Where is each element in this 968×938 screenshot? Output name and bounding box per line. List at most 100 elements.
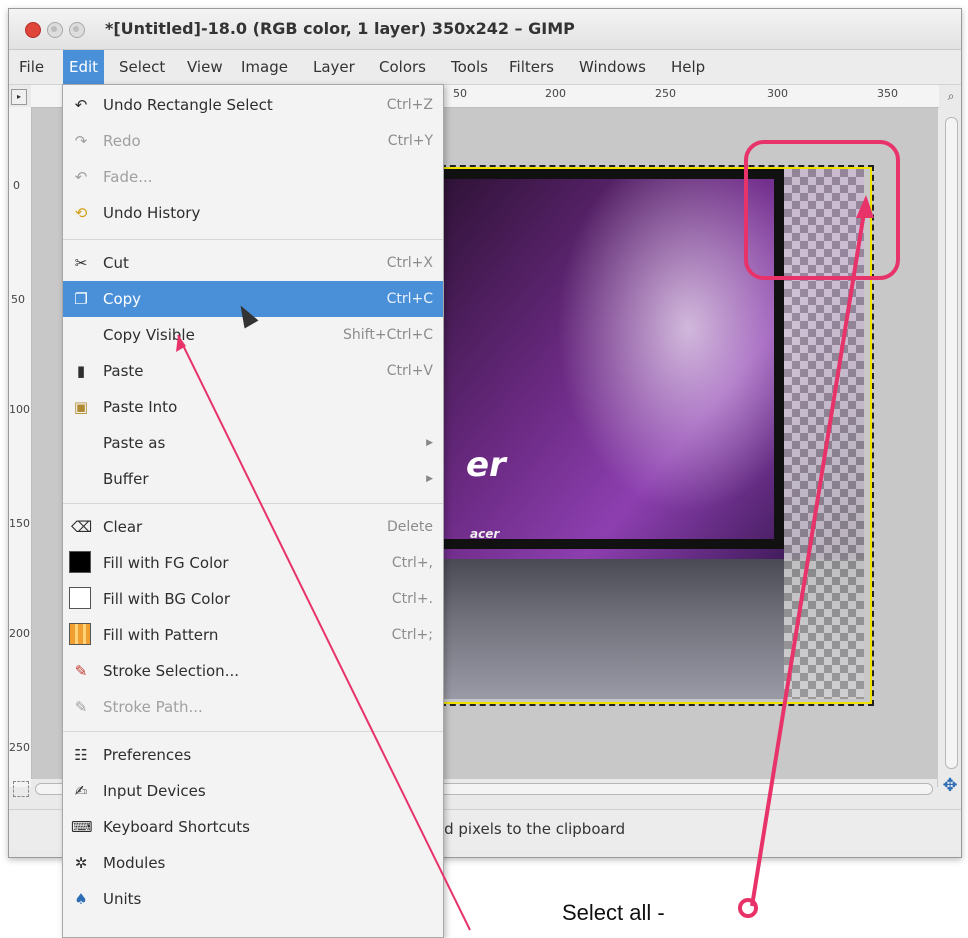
- ruler-label: 50: [11, 293, 25, 306]
- menu-item-keyboard-shortcuts[interactable]: ⌨ Keyboard Shortcuts: [63, 809, 443, 845]
- menu-item-label: Buffer: [103, 470, 149, 488]
- navigate-icon[interactable]: ✥: [941, 777, 959, 795]
- acer-logo-text: er: [466, 445, 506, 485]
- annotation-highlight-box: [744, 140, 900, 280]
- menu-separator: [63, 503, 443, 504]
- menu-item-label: Fill with Pattern: [103, 626, 219, 644]
- menu-item-shortcut: Ctrl+Y: [387, 133, 433, 149]
- quick-mask-icon[interactable]: [13, 781, 29, 797]
- menu-select[interactable]: Select: [113, 50, 171, 84]
- vertical-scroll-thumb[interactable]: [945, 117, 958, 769]
- menu-item-shortcut: Ctrl+.: [391, 591, 433, 607]
- preferences-icon: ☷: [74, 746, 88, 764]
- menu-item-modules[interactable]: ✲ Modules: [63, 845, 443, 881]
- menu-tools[interactable]: Tools: [445, 50, 494, 84]
- menu-item-undo[interactable]: ↶ Undo Rectangle Select Ctrl+Z: [63, 87, 443, 123]
- menu-item-preferences[interactable]: ☷ Preferences: [63, 737, 443, 773]
- menu-windows[interactable]: Windows: [573, 50, 652, 84]
- annotation-circle: [738, 898, 758, 918]
- window-title: *[Untitled]-18.0 (RGB color, 1 layer) 35…: [105, 19, 575, 38]
- menu-item-label: Fill with FG Color: [103, 554, 229, 572]
- menu-item-shortcut: Ctrl+V: [386, 363, 433, 379]
- menu-layer[interactable]: Layer: [307, 50, 361, 84]
- menu-item-label: Stroke Selection...: [103, 662, 239, 680]
- menu-colors[interactable]: Colors: [373, 50, 432, 84]
- menu-item-cut[interactable]: ✂ Cut Ctrl+X: [63, 245, 443, 281]
- paste-into-icon: ▣: [73, 398, 89, 416]
- menu-item-label: Preferences: [103, 746, 192, 764]
- annotation-text: Select all -: [562, 900, 665, 925]
- minimize-window-button[interactable]: [47, 22, 63, 38]
- menu-view[interactable]: View: [181, 50, 229, 84]
- submenu-arrow-icon: ▶: [426, 438, 433, 448]
- status-message: ted pixels to the clipboard: [429, 820, 626, 838]
- clear-icon: ⌫: [71, 518, 93, 536]
- menu-item-fill-pattern[interactable]: Fill with Pattern Ctrl+;: [63, 617, 443, 653]
- menu-item-stroke-path[interactable]: ✎ Stroke Path...: [63, 689, 443, 725]
- pattern-swatch-icon: [69, 623, 91, 645]
- zoom-icon[interactable]: ⌕: [943, 89, 959, 105]
- menu-image[interactable]: Image: [235, 50, 294, 84]
- ruler-label: 250: [9, 741, 30, 754]
- units-icon: ♠: [74, 890, 88, 908]
- menu-item-shortcut: Ctrl+,: [391, 555, 433, 571]
- menu-item-label: Paste: [103, 362, 144, 380]
- ruler-label: 300: [767, 87, 788, 100]
- menu-item-label: Redo: [103, 132, 141, 150]
- menu-item-shortcut: Ctrl+;: [391, 627, 433, 643]
- close-window-button[interactable]: [25, 22, 41, 38]
- ruler-label: 100: [9, 403, 30, 416]
- menu-item-input-devices[interactable]: ✍ Input Devices: [63, 773, 443, 809]
- stroke-selection-icon: ✎: [74, 662, 88, 680]
- fade-icon: ↶: [74, 168, 88, 186]
- menu-edit[interactable]: Edit: [63, 50, 105, 84]
- menu-item-clear[interactable]: ⌫ Clear Delete: [63, 509, 443, 545]
- menu-bar: File Edit Select View Image Layer Colors…: [9, 50, 961, 85]
- keyboard-icon: ⌨: [71, 818, 93, 836]
- menu-item-label: Units: [103, 890, 142, 908]
- menu-item-paste-into[interactable]: ▣ Paste Into: [63, 389, 443, 425]
- menu-item-undo-history[interactable]: ⟲ Undo History: [63, 195, 443, 231]
- copy-icon: ❐: [74, 290, 88, 308]
- menu-item-fill-bg[interactable]: Fill with BG Color Ctrl+.: [63, 581, 443, 617]
- menu-separator: [63, 239, 443, 240]
- menu-filters[interactable]: Filters: [503, 50, 560, 84]
- gear-icon: ✲: [74, 854, 88, 872]
- menu-item-stroke-selection[interactable]: ✎ Stroke Selection...: [63, 653, 443, 689]
- menu-help[interactable]: Help: [665, 50, 711, 84]
- menu-item-fill-fg[interactable]: Fill with FG Color Ctrl+,: [63, 545, 443, 581]
- menu-item-paste[interactable]: ▮ Paste Ctrl+V: [63, 353, 443, 389]
- maximize-window-button[interactable]: [69, 22, 85, 38]
- menu-item-buffer[interactable]: Buffer ▶: [63, 461, 443, 497]
- menu-item-label: Copy: [103, 290, 142, 308]
- title-bar: *[Untitled]-18.0 (RGB color, 1 layer) 35…: [9, 9, 961, 50]
- menu-item-label: Copy Visible: [103, 326, 195, 344]
- menu-item-shortcut: Ctrl+C: [386, 291, 433, 307]
- menu-item-label: Fill with BG Color: [103, 590, 230, 608]
- undo-history-icon: ⟲: [74, 204, 88, 222]
- menu-item-label: Paste as: [103, 434, 166, 452]
- menu-item-fade[interactable]: ↶ Fade...: [63, 159, 443, 195]
- menu-item-redo[interactable]: ↷ Redo Ctrl+Y: [63, 123, 443, 159]
- menu-toggle-icon[interactable]: ▸: [11, 89, 27, 105]
- redo-icon: ↷: [74, 132, 88, 150]
- vertical-scrollbar[interactable]: [941, 107, 961, 787]
- menu-item-shortcut: Shift+Ctrl+C: [343, 327, 433, 343]
- menu-item-shortcut: Delete: [387, 519, 433, 535]
- submenu-arrow-icon: ▶: [426, 474, 433, 484]
- input-devices-icon: ✍: [74, 782, 88, 800]
- edit-menu-dropdown: ↶ Undo Rectangle Select Ctrl+Z ↷ Redo Ct…: [62, 84, 444, 938]
- stroke-path-icon: ✎: [74, 698, 88, 716]
- menu-item-paste-as[interactable]: Paste as ▶: [63, 425, 443, 461]
- menu-file[interactable]: File: [13, 50, 50, 84]
- menu-item-label: Cut: [103, 254, 129, 272]
- ruler-label: 250: [655, 87, 676, 100]
- ruler-label: 150: [9, 517, 30, 530]
- menu-item-label: Fade...: [103, 168, 153, 186]
- menu-item-shortcut: Ctrl+X: [386, 255, 433, 271]
- menu-item-units[interactable]: ♠ Units: [63, 881, 443, 917]
- menu-item-label: Input Devices: [103, 782, 206, 800]
- menu-item-label: Stroke Path...: [103, 698, 203, 716]
- menu-separator: [63, 731, 443, 732]
- ruler-label: 0: [13, 179, 20, 192]
